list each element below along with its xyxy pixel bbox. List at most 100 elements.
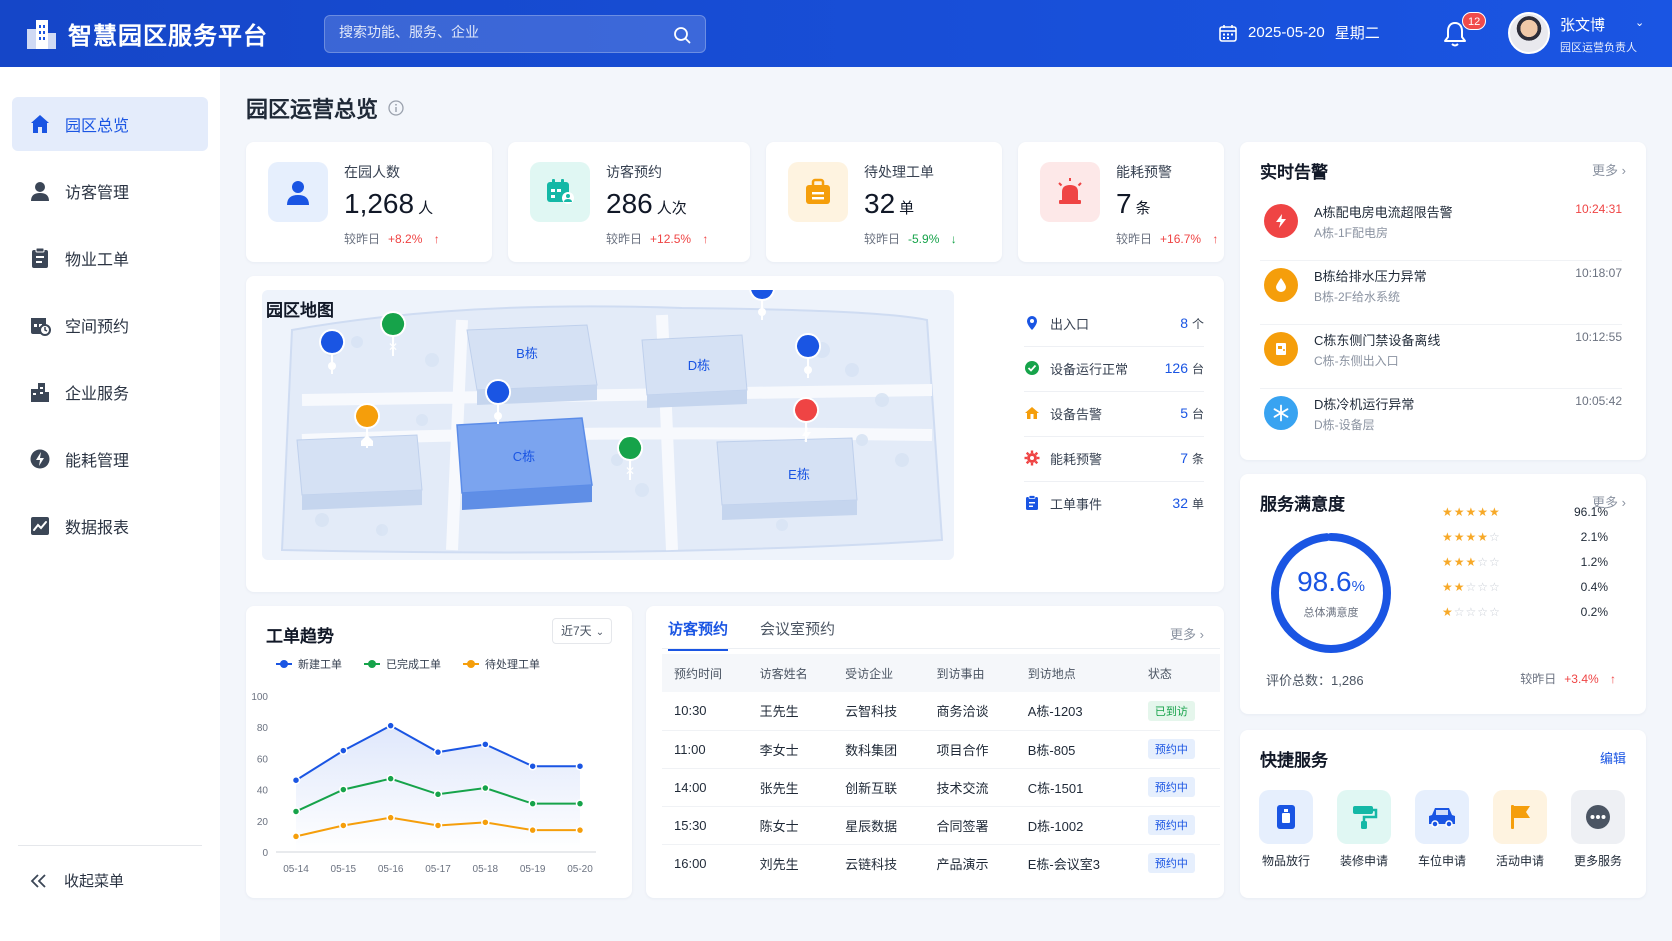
search-input[interactable]	[339, 24, 659, 40]
quick-service-label: 物品放行	[1261, 854, 1310, 868]
tab-meeting-room[interactable]: 会议室预约	[760, 618, 835, 651]
info-icon[interactable]	[388, 100, 404, 116]
legend-item-new[interactable]: 新建工单	[276, 656, 342, 672]
legend-energy-alert[interactable]: 能耗预警 7条	[1024, 443, 1204, 473]
building-label-e: E栋	[788, 467, 810, 482]
data-point[interactable]	[481, 740, 490, 749]
alert-location: C栋-东侧出入口	[1314, 354, 1399, 368]
table-header: 预约时间 访客姓名 受访企业 到访事由 到访地点 状态	[662, 654, 1220, 692]
table-row[interactable]: 14:00 张先生 创新互联 技术交流 C栋-1501 预约中	[662, 768, 1220, 807]
quick-service-item[interactable]: 更多服务	[1568, 790, 1628, 869]
data-point[interactable]	[386, 813, 395, 822]
legend-item-pending[interactable]: 待处理工单	[463, 656, 540, 672]
more-link[interactable]: 更多 ›	[1170, 624, 1204, 643]
data-point[interactable]	[433, 747, 443, 757]
table-row[interactable]: 16:00 刘先生 云链科技 产品演示 E栋-会议室3 预约中	[662, 844, 1220, 882]
trend-title: 工单趋势	[266, 627, 334, 646]
legend-device-alarm[interactable]: 设备告警 5台	[1024, 398, 1204, 428]
data-point[interactable]	[575, 825, 585, 835]
user-avatar[interactable]	[1508, 12, 1550, 54]
stat-label: 在园人数	[344, 164, 400, 180]
stat-card-people[interactable]: 在园人数 1,268 人 较昨日 +8.2% ↑	[246, 142, 492, 262]
quick-service-item[interactable]: 车位申请	[1412, 790, 1472, 869]
alert-item[interactable]: D栋冷机运行异常 D栋-设备层 10:05:42	[1260, 386, 1622, 450]
data-point[interactable]	[528, 761, 537, 771]
table-cell: 预约中	[1135, 768, 1220, 807]
chevron-down-icon[interactable]: ⌄	[1635, 16, 1644, 29]
alert-item[interactable]: A栋配电房电流超限告警 A栋-1F配电房 10:24:31	[1260, 194, 1622, 258]
data-point[interactable]	[481, 818, 490, 827]
tab-visitor-appointments[interactable]: 访客预约	[668, 618, 729, 651]
park-map[interactable]: B栋 D栋 C栋 E栋 ✕ ✕	[262, 290, 954, 560]
data-point[interactable]	[339, 746, 348, 755]
alert-location: B栋-2F给水系统	[1314, 290, 1401, 304]
table-cell: 10:30	[662, 692, 748, 731]
sidebar-item-enterprise[interactable]: 企业服务	[12, 365, 208, 419]
stat-card-workorders[interactable]: 待处理工单 32 单 较昨日 -5.9% ↓	[766, 142, 1002, 262]
legend-swatch	[364, 660, 380, 668]
workorder-trend-card: 工单趋势 近7天 ⌄ 新建工单 已完成工单 待处理工单 0 20 40 60 80 100 0…	[246, 606, 632, 898]
user-menu[interactable]: 张文博 园区运营负责人 ⌄	[1560, 14, 1644, 55]
sidebar-item-space[interactable]: 空间预约	[12, 298, 208, 352]
data-point[interactable]	[339, 785, 348, 794]
legend-entrance[interactable]: 出入口 8个	[1024, 308, 1204, 338]
building-label-b: B栋	[516, 346, 538, 361]
app-logo[interactable]: 智慧园区服务平台	[24, 16, 268, 51]
park-map-card: B栋 D栋 C栋 E栋 ✕ ✕ 园区地图 出入口 8个 设备运行正常 126 台 …	[246, 276, 1224, 592]
sidebar-item-energy[interactable]: 能耗管理	[12, 432, 208, 486]
stat-card-visitors[interactable]: 访客预约 286 人次 较昨日 +12.5% ↑	[508, 142, 750, 262]
more-link[interactable]: 更多 ›	[1592, 160, 1626, 179]
sidebar-item-visitors[interactable]: 访客管理	[12, 164, 208, 218]
water-drop-icon	[1264, 268, 1298, 302]
data-point[interactable]	[575, 799, 585, 808]
data-point[interactable]	[528, 799, 537, 808]
data-point[interactable]	[481, 783, 490, 793]
legend-label: 能耗预警	[1050, 451, 1103, 467]
quick-services-title: 快捷服务	[1260, 751, 1328, 770]
data-point[interactable]	[575, 761, 585, 771]
legend-value: 32 单	[1172, 494, 1204, 511]
table-row[interactable]: 10:30 王先生 云智科技 商务洽谈 A栋-1203 已到访	[662, 692, 1220, 731]
data-point[interactable]	[291, 807, 301, 816]
legend-workorder-events[interactable]: 工单事件 32 单	[1024, 488, 1204, 518]
edit-button[interactable]: 编辑	[1600, 748, 1626, 767]
data-point[interactable]	[291, 832, 301, 841]
sidebar-item-workorders[interactable]: 物业工单	[12, 231, 208, 285]
alert-item[interactable]: C栋东侧门禁设备离线 C栋-东侧出入口 10:12:55	[1260, 322, 1622, 386]
stat-value: 7条	[1116, 188, 1151, 219]
rating-row: ★★★★★ 96.1%	[1442, 502, 1622, 522]
data-point[interactable]	[291, 775, 301, 785]
table-cell: 预约中	[1135, 806, 1220, 845]
alerts-title: 实时告警	[1260, 163, 1328, 182]
rating-row: ★★★★☆ 2.1%	[1442, 527, 1622, 547]
collapse-menu-button[interactable]: 收起菜单	[30, 870, 124, 891]
range-select[interactable]: 近7天 ⌄	[552, 618, 612, 644]
table-row[interactable]: 11:00 李女士 数科集团 项目合作 B栋-805 预约中	[662, 730, 1220, 769]
quick-service-item[interactable]: 装修申请	[1334, 790, 1394, 869]
more-icon	[1571, 790, 1625, 844]
search-icon[interactable]	[673, 26, 691, 44]
data-point[interactable]	[433, 821, 443, 830]
data-point[interactable]	[339, 821, 348, 830]
user-role: 园区运营负责人	[1560, 42, 1637, 54]
alert-item[interactable]: B栋给排水压力异常 B栋-2F给水系统 10:18:07	[1260, 258, 1622, 322]
quick-service-item[interactable]: 物品放行	[1256, 790, 1316, 869]
legend-equipment-ok[interactable]: 设备运行正常 126 台	[1024, 353, 1204, 383]
table-cell: 数科集团	[833, 730, 925, 769]
data-point[interactable]	[528, 825, 537, 835]
park-map-canvas: B栋 D栋 C栋 E栋 ✕ ✕	[262, 290, 954, 560]
data-point[interactable]	[386, 721, 395, 730]
legend-item-completed[interactable]: 已完成工单	[364, 656, 441, 672]
stat-value: 1,268 人	[344, 188, 434, 219]
appointments-tabs: 访客预约 会议室预约	[668, 618, 835, 651]
data-point[interactable]	[386, 774, 395, 783]
alert-location: A栋-1F配电房	[1314, 226, 1389, 240]
calendar-icon	[1219, 24, 1237, 42]
data-point[interactable]	[433, 790, 443, 799]
table-row[interactable]: 15:30 陈女士 星辰数据 合同签署 D栋-1002 预约中	[662, 806, 1220, 845]
sidebar-item-reports[interactable]: 数据报表	[12, 499, 208, 553]
table-cell: 创新互联	[833, 768, 925, 807]
sidebar-item-overview[interactable]: 园区总览	[12, 97, 208, 151]
stat-card-energy-alerts[interactable]: 能耗预警 7条 较昨日 +16.7% ↑	[1018, 142, 1224, 262]
quick-service-item[interactable]: 活动申请	[1490, 790, 1550, 869]
